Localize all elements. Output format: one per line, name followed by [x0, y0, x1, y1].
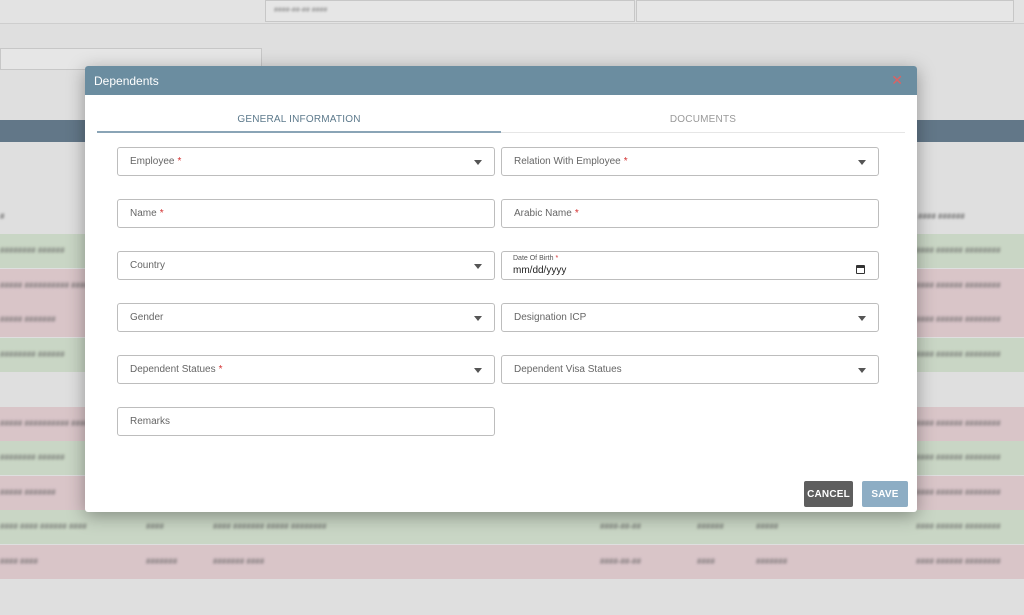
date-of-birth-label-text: Date Of Birth [513, 255, 554, 262]
date-of-birth-label: Date Of Birth * [513, 255, 558, 262]
name-label-text: Name [130, 208, 157, 219]
chevron-down-icon [858, 368, 866, 373]
remarks-input[interactable]: Remarks [117, 407, 495, 436]
employee-select[interactable]: Employee * [117, 147, 495, 176]
dependent-visa-status-select[interactable]: Dependent Visa Statues [501, 355, 879, 384]
gender-label: Gender [130, 312, 164, 323]
required-marker: * [177, 156, 182, 167]
designation-icp-select[interactable]: Designation ICP [501, 303, 879, 332]
arabic-name-input[interactable]: Arabic Name * [501, 199, 879, 228]
relation-label-text: Relation With Employee [514, 156, 621, 167]
required-marker: * [555, 255, 559, 262]
arabic-name-label: Arabic Name * [514, 208, 579, 219]
relation-label: Relation With Employee * [514, 156, 628, 167]
remarks-label: Remarks [130, 416, 171, 427]
calendar-icon[interactable] [856, 265, 865, 274]
employee-label: Employee * [130, 156, 181, 167]
gender-select[interactable]: Gender [117, 303, 495, 332]
name-label: Name * [130, 208, 164, 219]
dependents-dialog: Dependents ✕ GENERAL INFORMATION DOCUMEN… [85, 66, 917, 512]
date-of-birth-value: mm/dd/yyyy [513, 265, 567, 276]
tab-documents[interactable]: DOCUMENTS [501, 110, 905, 132]
dialog-header: Dependents ✕ [85, 66, 917, 95]
dependent-status-select[interactable]: Dependent Statues * [117, 355, 495, 384]
name-input[interactable]: Name * [117, 199, 495, 228]
relation-with-employee-select[interactable]: Relation With Employee * [501, 147, 879, 176]
country-label: Country [130, 260, 166, 271]
country-select[interactable]: Country [117, 251, 495, 280]
required-marker: * [623, 156, 628, 167]
chevron-down-icon [858, 316, 866, 321]
required-marker: * [218, 364, 223, 375]
visa-status-label: Dependent Visa Statues [514, 364, 622, 375]
dependent-status-label-text: Dependent Statues [130, 364, 216, 375]
tab-general-information[interactable]: GENERAL INFORMATION [97, 110, 501, 133]
employee-label-text: Employee [130, 156, 175, 167]
dialog-title: Dependents [94, 74, 159, 88]
required-marker: * [574, 208, 579, 219]
chevron-down-icon [474, 160, 482, 165]
designation-label: Designation ICP [514, 312, 587, 323]
required-marker: * [159, 208, 164, 219]
arabic-name-label-text: Arabic Name [514, 208, 572, 219]
chevron-down-icon [858, 160, 866, 165]
chevron-down-icon [474, 368, 482, 373]
close-icon[interactable]: ✕ [891, 72, 903, 88]
dialog-tabs: GENERAL INFORMATION DOCUMENTS [97, 110, 905, 133]
date-of-birth-input[interactable]: Date Of Birth * mm/dd/yyyy [501, 251, 879, 280]
save-button[interactable]: SAVE [862, 481, 908, 507]
chevron-down-icon [474, 264, 482, 269]
dependent-status-label: Dependent Statues * [130, 364, 223, 375]
cancel-button[interactable]: CANCEL [804, 481, 853, 507]
chevron-down-icon [474, 316, 482, 321]
